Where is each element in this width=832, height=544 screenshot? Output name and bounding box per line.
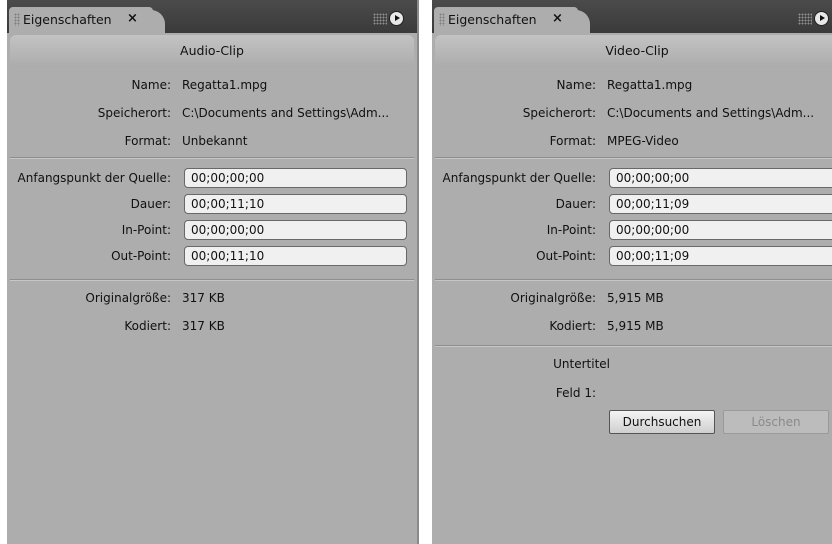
name-label: Name: <box>556 78 596 92</box>
tab-grip-icon[interactable] <box>439 13 445 26</box>
location-value: C:\Documents and Settings\Adm... <box>607 106 815 120</box>
location-label: Speicherort: <box>97 106 171 120</box>
location-label: Speicherort: <box>522 106 596 120</box>
name-value: Regatta1.mpg <box>607 78 693 92</box>
panel-menu <box>373 10 409 28</box>
original-size-value: 317 KB <box>182 291 225 305</box>
out-point-label: Out-Point: <box>111 249 171 263</box>
tab-eigenschaften[interactable]: Eigenschaften × <box>9 7 153 33</box>
name-label: Name: <box>131 78 171 92</box>
original-size-label: Originalgröße: <box>85 291 171 305</box>
encoded-value: 5,915 MB <box>607 319 664 333</box>
in-point-label: In-Point: <box>121 223 171 237</box>
divider <box>435 345 832 347</box>
duration-label: Dauer: <box>555 197 596 211</box>
duration-label: Dauer: <box>130 197 171 211</box>
location-value: C:\Documents and Settings\Adm... <box>182 106 390 120</box>
encoded-label: Kodiert: <box>124 319 171 333</box>
tab-label: Eigenschaften <box>448 12 537 27</box>
format-label: Format: <box>549 134 596 148</box>
close-icon[interactable]: × <box>127 11 138 26</box>
out-point-field[interactable]: 00;00;11;09 <box>609 246 832 266</box>
divider <box>10 157 414 159</box>
in-point-field[interactable]: 00;00;00;00 <box>609 220 832 240</box>
properties-panel-video: Eigenschaften × Video-Clip Name: Regatta… <box>432 0 832 544</box>
panel-grip-icon[interactable] <box>798 13 812 25</box>
out-point-field[interactable]: 00;00;11;10 <box>184 246 407 266</box>
original-size-label: Originalgröße: <box>510 291 596 305</box>
tab-edge <box>570 10 590 33</box>
name-value: Regatta1.mpg <box>182 78 268 92</box>
divider <box>435 157 832 159</box>
delete-button[interactable]: Löschen <box>723 410 829 434</box>
panel-grip-icon[interactable] <box>373 13 387 25</box>
encoded-value: 317 KB <box>182 319 225 333</box>
field-1-label: Feld 1: <box>555 386 596 400</box>
out-point-label: Out-Point: <box>536 249 596 263</box>
browse-button[interactable]: Durchsuchen <box>609 410 715 434</box>
format-label: Format: <box>124 134 171 148</box>
clip-type-header: Audio-Clip <box>10 35 414 67</box>
duration-field[interactable]: 00;00;11;09 <box>609 194 832 214</box>
duration-field[interactable]: 00;00;11;10 <box>184 194 407 214</box>
encoded-label: Kodiert: <box>549 319 596 333</box>
close-icon[interactable]: × <box>552 11 563 26</box>
format-value: Unbekannt <box>182 134 248 148</box>
subtitles-heading: Untertitel <box>553 357 610 371</box>
in-point-label: In-Point: <box>546 223 596 237</box>
format-value: MPEG-Video <box>607 134 679 148</box>
tab-eigenschaften[interactable]: Eigenschaften × <box>434 7 578 33</box>
panel-menu <box>798 10 832 28</box>
source-start-label: Anfangspunkt der Quelle: <box>17 171 171 185</box>
tab-label: Eigenschaften <box>23 12 112 27</box>
panel-tab-bar: Eigenschaften × <box>432 0 832 33</box>
divider <box>10 279 414 281</box>
in-point-field[interactable]: 00;00;00;00 <box>184 220 407 240</box>
tab-grip-icon[interactable] <box>14 13 20 26</box>
divider <box>435 279 832 281</box>
panel-menu-icon[interactable] <box>389 11 404 26</box>
clip-type-header: Video-Clip <box>435 35 832 67</box>
source-start-field[interactable]: 00;00;00;00 <box>184 168 407 188</box>
original-size-value: 5,915 MB <box>607 291 664 305</box>
panel-menu-icon[interactable] <box>814 11 829 26</box>
tab-edge <box>145 10 165 33</box>
source-start-label: Anfangspunkt der Quelle: <box>442 171 596 185</box>
source-start-field[interactable]: 00;00;00;00 <box>609 168 832 188</box>
panel-tab-bar: Eigenschaften × <box>7 0 417 33</box>
properties-panel-audio: Eigenschaften × Audio-Clip Name: Regatta… <box>7 0 419 544</box>
